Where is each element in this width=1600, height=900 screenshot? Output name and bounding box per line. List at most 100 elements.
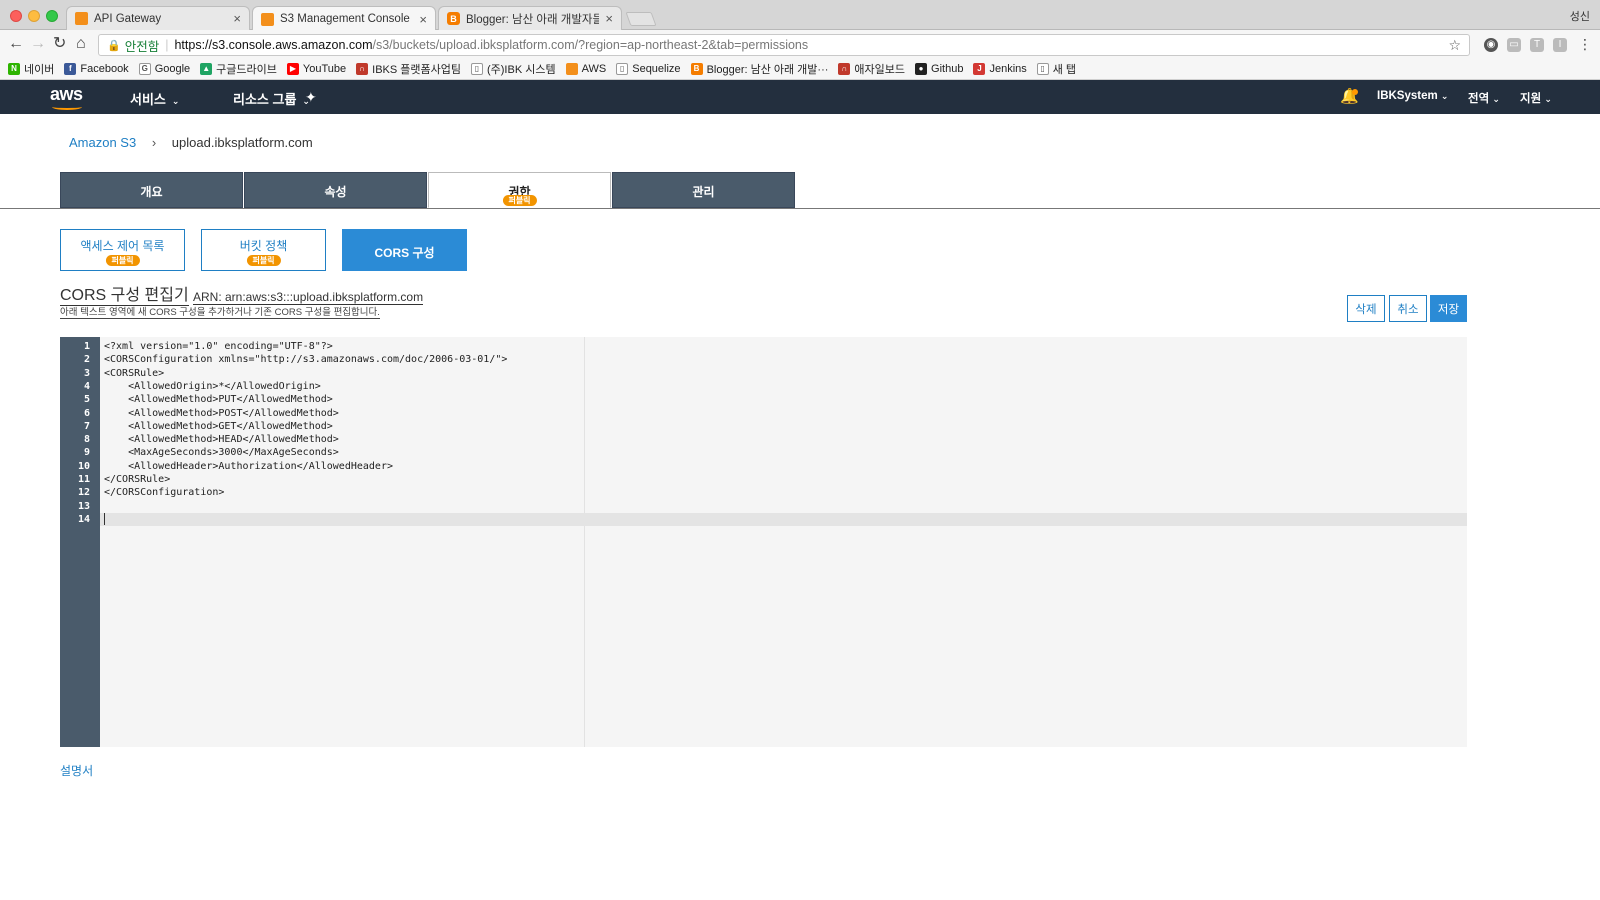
- account-menu[interactable]: IBKSystem ⌄: [1377, 90, 1448, 102]
- bookmark-item[interactable]: ▯ 새 탭: [1036, 61, 1077, 77]
- lock-icon: 🔒: [107, 39, 121, 52]
- browser-tab-s3-console[interactable]: S3 Management Console ×: [252, 6, 436, 31]
- code-line[interactable]: </CORSConfiguration>: [104, 486, 224, 499]
- window-close-button[interactable]: [10, 10, 22, 22]
- code-line[interactable]: <AllowedHeader>Authorization</AllowedHea…: [104, 460, 393, 473]
- chevron-down-icon: ⌄: [1492, 94, 1500, 104]
- browser-profile-name[interactable]: 성신: [1570, 8, 1590, 24]
- code-line[interactable]: <AllowedMethod>HEAD</AllowedMethod>: [104, 433, 339, 446]
- bucket-tabs: 개요 속성 권한 퍼블릭 관리: [60, 172, 796, 208]
- subtab-label: CORS 구성: [374, 246, 435, 260]
- bookmark-label: 새 탭: [1052, 63, 1077, 76]
- bookmark-item[interactable]: J Jenkins: [973, 62, 1027, 75]
- extension-icon[interactable]: I: [1553, 38, 1567, 52]
- bookmark-item[interactable]: B Blogger: 남산 아래 개발···: [690, 61, 828, 77]
- close-icon[interactable]: ×: [233, 11, 241, 26]
- window-zoom-button[interactable]: [46, 10, 58, 22]
- services-menu[interactable]: 서비스 ⌄: [130, 89, 179, 108]
- secure-label: 안전함: [124, 39, 160, 54]
- region-menu[interactable]: 전역 ⌄: [1468, 90, 1500, 106]
- breadcrumb-root-link[interactable]: Amazon S3: [69, 135, 136, 150]
- line-number: 8: [83, 434, 90, 446]
- bookmark-item[interactable]: ▶ YouTube: [286, 62, 346, 75]
- tab-management[interactable]: 관리: [612, 172, 795, 208]
- bookmark-item[interactable]: ▲ 구글드라이브: [200, 61, 277, 77]
- tab-properties[interactable]: 속성: [244, 172, 427, 208]
- line-number: 11: [77, 474, 90, 485]
- code-line[interactable]: <AllowedOrigin>*</AllowedOrigin>: [104, 380, 321, 393]
- notification-dot: [1352, 89, 1358, 95]
- browser-tab-api-gateway[interactable]: API Gateway ×: [66, 6, 250, 30]
- reload-icon[interactable]: ↻: [53, 36, 66, 52]
- code-line[interactable]: <MaxAgeSeconds>3000</MaxAgeSeconds>: [104, 446, 339, 459]
- subtab-bucket-policy[interactable]: 버킷 정책 퍼블릭: [201, 229, 326, 271]
- subtab-access-control-list[interactable]: 액세스 제어 목록 퍼블릭: [60, 229, 185, 271]
- region-label: 전역: [1468, 93, 1490, 105]
- code-line[interactable]: <?xml version="1.0" encoding="UTF-8"?>: [104, 340, 333, 353]
- breadcrumb: Amazon S3 › upload.ibksplatform.com: [69, 135, 313, 150]
- bookmark-label: 구글드라이브: [216, 63, 277, 76]
- line-number: 5: [83, 394, 90, 406]
- cors-code-editor[interactable]: 1 2 3 4 5 6 7 8 9 10 11 12 13 14 <?xml version="1.0" …: [60, 337, 1467, 747]
- bookmark-label: Facebook: [80, 62, 129, 75]
- code-line[interactable]: <CORSConfiguration xmlns="http://s3.amaz…: [104, 353, 507, 366]
- code-line[interactable]: <CORSRule>: [104, 367, 164, 380]
- cancel-button[interactable]: 취소: [1389, 295, 1427, 322]
- line-number: 10: [77, 460, 90, 472]
- resource-groups-menu[interactable]: 리소스 그룹 ⌄: [233, 89, 310, 108]
- extension-icon[interactable]: T: [1530, 38, 1544, 52]
- google-drive-icon: ▲: [200, 62, 213, 75]
- tab-overview[interactable]: 개요: [60, 172, 243, 208]
- close-icon[interactable]: ×: [605, 11, 613, 26]
- documentation-link[interactable]: 설명서: [60, 762, 93, 779]
- support-menu[interactable]: 지원 ⌄: [1520, 90, 1552, 106]
- code-line[interactable]: </CORSRule>: [104, 473, 170, 486]
- bookmark-item[interactable]: ▯ (주)IBK 시스템: [470, 61, 556, 77]
- forward-arrow-icon[interactable]: →: [30, 36, 46, 52]
- chevron-down-icon: ⌄: [1440, 91, 1449, 101]
- print-margin: [584, 337, 585, 747]
- pin-icon[interactable]: ✦: [305, 89, 317, 106]
- aws-logo[interactable]: aws: [50, 84, 90, 110]
- subtab-cors-configuration[interactable]: CORS 구성: [342, 229, 467, 271]
- window-minimize-button[interactable]: [28, 10, 40, 22]
- close-icon[interactable]: ×: [419, 12, 427, 27]
- extension-icon[interactable]: ◉: [1484, 38, 1498, 52]
- tab-permissions[interactable]: 권한 퍼블릭: [428, 172, 611, 208]
- bookmark-item[interactable]: ▯ Sequelize: [616, 62, 681, 75]
- address-bar[interactable]: 🔒 안전함 | https://s3.console.aws.amazon.co…: [98, 34, 1470, 56]
- tab-label: 개요: [140, 185, 163, 199]
- tab-label: 관리: [692, 185, 715, 199]
- bookmark-item[interactable]: G Google: [138, 62, 191, 75]
- bookmark-item[interactable]: AWS: [565, 62, 607, 75]
- bookmark-label: AWS: [581, 62, 607, 75]
- bookmark-label: Github: [931, 62, 964, 75]
- line-number: 13: [77, 500, 90, 512]
- code-line[interactable]: <AllowedMethod>POST</AllowedMethod>: [104, 407, 339, 420]
- back-arrow-icon[interactable]: ←: [8, 36, 24, 52]
- bookmark-label: IBKS 플랫폼사업팀: [372, 63, 461, 76]
- code-line[interactable]: <AllowedMethod>PUT</AllowedMethod>: [104, 393, 333, 406]
- save-button[interactable]: 저장: [1430, 295, 1467, 322]
- new-tab-button[interactable]: [625, 12, 657, 26]
- tab-title: Blogger: 남산 아래 개발자들 - 게시: [466, 13, 600, 26]
- bookmark-label: Google: [154, 62, 191, 75]
- browser-menu-icon[interactable]: ⋮: [1578, 36, 1592, 52]
- bookmark-item[interactable]: ∩ IBKS 플랫폼사업팀: [356, 61, 461, 77]
- active-line-highlight: [100, 512, 1467, 526]
- aws-smile-icon: [52, 104, 82, 110]
- code-line[interactable]: <AllowedMethod>GET</AllowedMethod>: [104, 420, 333, 433]
- extension-icon[interactable]: ▭: [1507, 38, 1521, 52]
- bookmark-item[interactable]: ∩ 애자일보드: [838, 61, 905, 77]
- youtube-icon: ▶: [286, 62, 299, 75]
- browser-tab-blogger[interactable]: B Blogger: 남산 아래 개발자들 - 게시 ×: [438, 6, 622, 30]
- bookmark-item[interactable]: f Facebook: [64, 62, 129, 75]
- bookmark-item[interactable]: N 네이버: [8, 61, 54, 77]
- url-path: /s3/buckets/upload.ibksplatform.com/?reg…: [372, 38, 809, 52]
- home-icon[interactable]: ⌂: [76, 36, 86, 52]
- delete-button[interactable]: 삭제: [1347, 295, 1385, 322]
- account-label: IBKSystem: [1377, 90, 1438, 102]
- bookmark-item[interactable]: ● Github: [915, 62, 964, 75]
- blogger-icon: B: [447, 12, 460, 25]
- bookmark-star-icon[interactable]: ☆: [1448, 37, 1461, 54]
